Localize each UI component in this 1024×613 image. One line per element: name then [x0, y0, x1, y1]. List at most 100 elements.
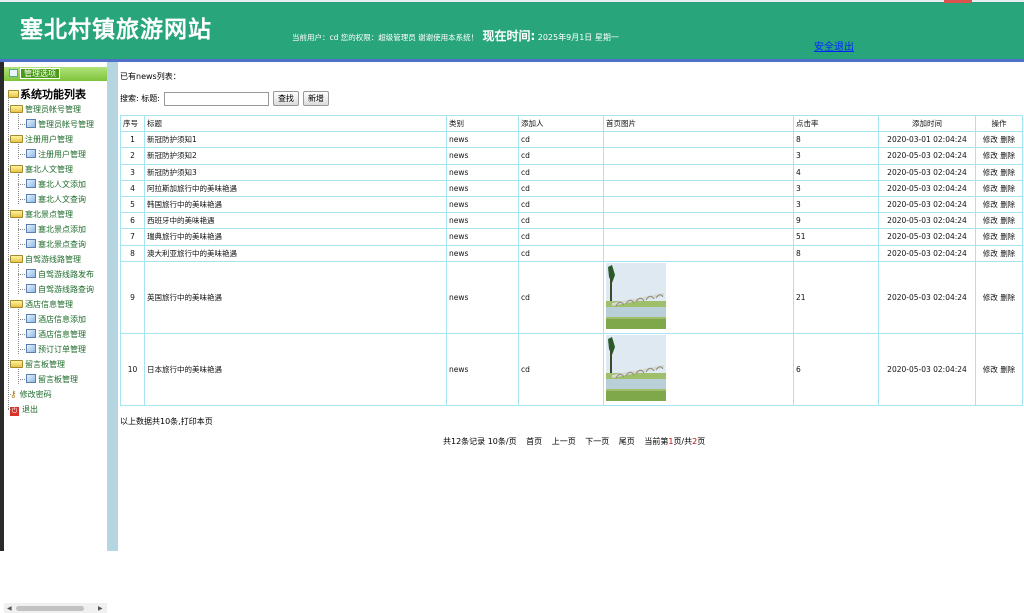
- tree-group[interactable]: 酒店信息管理: [10, 299, 73, 310]
- cell-image: [603, 228, 794, 246]
- scrollbar-thumb[interactable]: [16, 606, 84, 611]
- pager-prev[interactable]: 上一页: [552, 437, 576, 446]
- delete-link[interactable]: 删除: [1000, 293, 1015, 302]
- tree-item[interactable]: 预订订单管理: [26, 344, 86, 355]
- tree-item-label: 预订订单管理: [38, 345, 86, 354]
- edit-link[interactable]: 修改: [983, 200, 998, 209]
- edit-link[interactable]: 修改: [983, 232, 998, 241]
- tree-item[interactable]: 塞北景点添加: [26, 224, 86, 235]
- delete-link[interactable]: 删除: [1000, 135, 1015, 144]
- cell-clicks: 3: [793, 179, 879, 197]
- cell-time: 2020-05-03 02:04:24: [878, 244, 976, 262]
- delete-link[interactable]: 删除: [1000, 168, 1015, 177]
- pager-first[interactable]: 首页: [526, 437, 542, 446]
- edit-link[interactable]: 修改: [983, 293, 998, 302]
- tree-group[interactable]: 注册用户管理: [10, 134, 73, 145]
- tree-group[interactable]: 管理员帐号管理: [10, 104, 81, 115]
- col-header-image: 首页图片: [603, 114, 794, 133]
- col-header-title: 标题: [144, 114, 447, 133]
- cell-time: 2020-05-03 02:04:24: [878, 195, 976, 214]
- delete-link[interactable]: 删除: [1000, 232, 1015, 241]
- change-password-link[interactable]: ⚷ 修改密码: [10, 389, 52, 400]
- cell-title: 英国旅行中的美味艳遇: [144, 260, 447, 334]
- tree-group[interactable]: 塞北人文管理: [10, 164, 73, 175]
- tree-item-label: 自驾游线路查询: [38, 285, 94, 294]
- delete-link[interactable]: 删除: [1000, 365, 1015, 374]
- tree-root-label: 系统功能列表: [20, 88, 86, 101]
- edit-link[interactable]: 修改: [983, 168, 998, 177]
- cell-category: news: [446, 131, 519, 149]
- edit-link[interactable]: 修改: [983, 151, 998, 160]
- user-status-text: 当前用户：cd 您的权限：超级管理员 谢谢使用本系统！: [292, 33, 479, 42]
- menu-header-label[interactable]: 管理选项: [20, 68, 60, 79]
- folder-open-icon: [10, 135, 23, 143]
- scroll-right-arrow-icon[interactable]: ▶: [98, 605, 103, 612]
- cell-no: 8: [120, 244, 145, 262]
- scroll-left-arrow-icon[interactable]: ◀: [7, 605, 12, 612]
- delete-link[interactable]: 删除: [1000, 151, 1015, 160]
- tree-guide-line: [8, 139, 11, 140]
- add-button[interactable]: 新增: [302, 91, 329, 106]
- delete-link[interactable]: 删除: [1000, 200, 1015, 209]
- pager-last[interactable]: 尾页: [619, 437, 635, 446]
- tree-item[interactable]: 自驾游线路发布: [26, 269, 94, 280]
- cell-actions: 修改 删除: [975, 212, 1023, 230]
- pager-total: 共12条记录 10条/页: [443, 437, 517, 446]
- tree-item[interactable]: 留言板管理: [26, 374, 78, 385]
- delete-link[interactable]: 删除: [1000, 216, 1015, 225]
- cell-title: 瑞典旅行中的美味艳遇: [144, 228, 447, 246]
- cell-actions: 修改 删除: [975, 332, 1023, 406]
- tree-item[interactable]: 注册用户管理: [26, 149, 86, 160]
- news-table: 序号 标题 类别 添加人 首页图片 点击率 添加时间 操作 1 新冠防护须知1 ne…: [120, 114, 1023, 406]
- tree-item-label: 酒店信息管理: [38, 330, 86, 339]
- title-search-input[interactable]: [163, 91, 269, 106]
- cell-time: 2020-05-03 02:04:24: [878, 179, 976, 197]
- cell-clicks: 8: [793, 244, 879, 262]
- tree-guide-line: [18, 289, 25, 290]
- cell-no: 9: [120, 260, 145, 334]
- tree-item[interactable]: 自驾游线路查询: [26, 284, 94, 295]
- sidebar-horizontal-scrollbar[interactable]: ◀ ▶: [4, 603, 107, 613]
- cell-actions: 修改 删除: [975, 163, 1023, 181]
- exit-link[interactable]: ⏻ 退出: [10, 404, 38, 416]
- edit-link[interactable]: 修改: [983, 184, 998, 193]
- logout-link[interactable]: 安全退出: [814, 38, 854, 53]
- edit-link[interactable]: 修改: [983, 135, 998, 144]
- search-button[interactable]: 查找: [272, 91, 299, 106]
- edit-link[interactable]: 修改: [983, 249, 998, 258]
- tree-item[interactable]: 塞北人文添加: [26, 179, 86, 190]
- tree-group[interactable]: 自驾游线路管理: [10, 254, 81, 265]
- tree-item[interactable]: 塞北景点查询: [26, 239, 86, 250]
- edit-link[interactable]: 修改: [983, 216, 998, 225]
- cell-image: [603, 260, 794, 334]
- cell-no: 5: [120, 195, 145, 214]
- cell-actions: 修改 删除: [975, 131, 1023, 149]
- tree-item[interactable]: 酒店信息管理: [26, 329, 86, 340]
- tree-item[interactable]: 酒店信息添加: [26, 314, 86, 325]
- pager-current-mid: 页/共: [673, 437, 693, 446]
- cell-no: 7: [120, 228, 145, 246]
- tree-group[interactable]: 塞北景点管理: [10, 209, 73, 220]
- edit-link[interactable]: 修改: [983, 365, 998, 374]
- tree-item[interactable]: 塞北人文查询: [26, 194, 86, 205]
- cell-no: 4: [120, 179, 145, 197]
- cell-author: cd: [518, 212, 604, 230]
- tree-item-label: 塞北人文添加: [38, 180, 86, 189]
- exit-icon: ⏻: [10, 407, 19, 416]
- table-header-row: 序号 标题 类别 添加人 首页图片 点击率 添加时间 操作: [120, 114, 1023, 133]
- time-label: 现在时间:: [482, 29, 536, 43]
- delete-link[interactable]: 删除: [1000, 184, 1015, 193]
- pagination: 共12条记录 10条/页 首页 上一页 下一页 尾页 当前第1页/共2页: [443, 436, 705, 447]
- tree-item[interactable]: 管理员帐号管理: [26, 119, 94, 130]
- pager-next[interactable]: 下一页: [585, 437, 609, 446]
- time-value: 2025年9月1日 星期一: [537, 33, 619, 42]
- tree-group-label: 管理员帐号管理: [25, 105, 81, 114]
- tree-guide-line: [18, 319, 25, 320]
- tree-guide-line: [8, 409, 11, 410]
- delete-link[interactable]: 删除: [1000, 249, 1015, 258]
- list-caption: 已有news列表：: [120, 72, 181, 81]
- cell-author: cd: [518, 260, 604, 334]
- tree-guide-line: [8, 364, 11, 365]
- tree-guide-line: [18, 349, 25, 350]
- table-row: 8 澳大利亚旅行中的美味艳遇 news cd 8 2020-05-03 02:04:24 修…: [120, 244, 1023, 262]
